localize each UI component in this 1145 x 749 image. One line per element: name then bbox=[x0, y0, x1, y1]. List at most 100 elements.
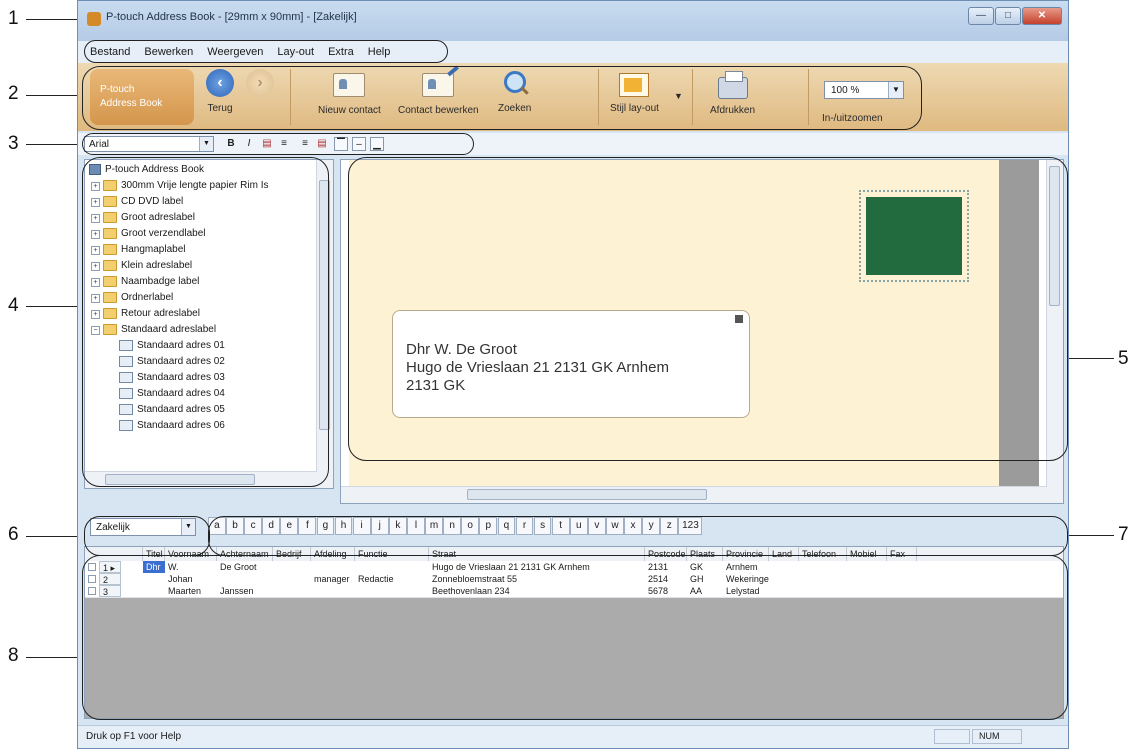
table-cell[interactable]: manager bbox=[311, 573, 355, 585]
chevron-down-icon[interactable]: ▼ bbox=[181, 519, 195, 535]
table-cell[interactable]: Johan bbox=[165, 573, 217, 585]
close-button[interactable]: ✕ bbox=[1022, 7, 1062, 25]
table-cell[interactable] bbox=[273, 561, 311, 573]
table-cell[interactable]: Wekeringe bbox=[723, 573, 769, 585]
table-cell[interactable]: GH bbox=[687, 573, 723, 585]
column-header[interactable]: Postcode bbox=[645, 547, 687, 561]
expand-icon[interactable]: + bbox=[91, 310, 100, 319]
column-header[interactable]: Achternaam bbox=[217, 547, 273, 561]
table-cell[interactable]: Hugo de Vrieslaan 21 2131 GK Arnhem bbox=[429, 561, 645, 573]
table-cell[interactable]: Maarten bbox=[165, 585, 217, 597]
print-button[interactable]: Afdrukken bbox=[710, 69, 755, 116]
index-tab[interactable]: f bbox=[298, 517, 317, 535]
new-contact-button[interactable]: Nieuw contact bbox=[318, 69, 381, 116]
table-cell[interactable]: De Groot bbox=[217, 561, 273, 573]
row-checkbox[interactable] bbox=[88, 563, 96, 571]
expand-icon[interactable]: + bbox=[91, 262, 100, 271]
table-cell[interactable]: W. bbox=[165, 561, 217, 573]
index-tab[interactable]: z bbox=[660, 517, 679, 535]
forward-button[interactable]: › bbox=[246, 69, 274, 103]
expand-icon[interactable]: + bbox=[91, 182, 100, 191]
search-button[interactable]: Zoeken bbox=[498, 69, 531, 114]
index-tab[interactable]: s bbox=[533, 517, 552, 535]
scroll-thumb[interactable] bbox=[1049, 166, 1060, 306]
zoom-select[interactable]: 100 % ▼ bbox=[824, 81, 904, 99]
table-cell[interactable] bbox=[273, 573, 311, 585]
align-middle-icon[interactable]: – bbox=[352, 137, 366, 151]
maximize-button[interactable]: □ bbox=[995, 7, 1021, 25]
menu-lay-out[interactable]: Lay-out bbox=[277, 46, 314, 58]
column-header[interactable]: Straat bbox=[429, 547, 645, 561]
label-canvas[interactable]: Dhr W. De Groot Hugo de Vrieslaan 21 213… bbox=[349, 160, 999, 490]
bold-button[interactable]: B bbox=[224, 137, 238, 151]
align-left-icon[interactable]: ▤ bbox=[260, 137, 274, 151]
table-cell[interactable]: Janssen bbox=[217, 585, 273, 597]
tree-horizontal-scrollbar[interactable] bbox=[85, 471, 317, 488]
table-cell[interactable]: 2514 bbox=[645, 573, 687, 585]
category-select[interactable]: Zakelijk ▼ bbox=[90, 518, 196, 536]
column-header[interactable]: Mobiel bbox=[847, 547, 887, 561]
index-tab[interactable]: g bbox=[316, 517, 335, 535]
index-tab[interactable]: t bbox=[551, 517, 570, 535]
index-tab[interactable]: y bbox=[642, 517, 661, 535]
expand-icon[interactable]: + bbox=[91, 214, 100, 223]
layout-style-button[interactable]: Stijl lay-out bbox=[610, 69, 659, 114]
tree-vertical-scrollbar[interactable] bbox=[316, 160, 333, 488]
table-cell[interactable]: Lelystad bbox=[723, 585, 769, 597]
index-tab[interactable]: k bbox=[388, 517, 407, 535]
menu-bewerken[interactable]: Bewerken bbox=[144, 46, 193, 58]
table-cell[interactable]: 5678 bbox=[645, 585, 687, 597]
italic-button[interactable]: I bbox=[242, 137, 256, 151]
index-tab[interactable]: e bbox=[280, 517, 299, 535]
table-cell[interactable] bbox=[273, 585, 311, 597]
index-tab[interactable]: n bbox=[443, 517, 462, 535]
menu-help[interactable]: Help bbox=[368, 46, 391, 58]
stamp-image[interactable] bbox=[859, 190, 969, 282]
menu-weergeven[interactable]: Weergeven bbox=[207, 46, 263, 58]
align-bottom-icon[interactable]: ▁ bbox=[370, 137, 384, 151]
index-tab[interactable]: o bbox=[461, 517, 480, 535]
table-cell[interactable]: Arnhem bbox=[723, 561, 769, 573]
table-row[interactable]: 3 Maarten Janssen Beethovenlaan 234 5678… bbox=[85, 585, 1063, 598]
table-cell[interactable]: GK bbox=[687, 561, 723, 573]
expand-icon[interactable]: + bbox=[91, 198, 100, 207]
title-bar[interactable]: P-touch Address Book - [29mm x 90mm] - [… bbox=[78, 1, 1068, 41]
index-tab[interactable]: b bbox=[226, 517, 244, 535]
index-tab[interactable]: r bbox=[515, 517, 534, 535]
column-header[interactable]: Provincie bbox=[723, 547, 769, 561]
scroll-thumb[interactable] bbox=[319, 180, 330, 430]
table-cell[interactable]: Dhr bbox=[143, 561, 165, 573]
table-cell[interactable] bbox=[355, 561, 429, 573]
column-header[interactable]: Plaats bbox=[687, 547, 723, 561]
font-select[interactable]: Arial ▼ bbox=[84, 136, 214, 152]
column-header[interactable]: Functie bbox=[355, 547, 429, 561]
menu-bestand[interactable]: Bestand bbox=[90, 46, 130, 58]
index-tab[interactable]: m bbox=[425, 517, 443, 535]
expand-icon[interactable]: + bbox=[91, 278, 100, 287]
table-cell[interactable] bbox=[143, 585, 165, 597]
index-tab[interactable]: h bbox=[334, 517, 353, 535]
collapse-icon[interactable]: − bbox=[91, 326, 100, 335]
edit-contact-button[interactable]: Contact bewerken bbox=[398, 69, 479, 116]
address-label[interactable]: Dhr W. De Groot Hugo de Vrieslaan 21 213… bbox=[392, 310, 750, 418]
expand-icon[interactable]: + bbox=[91, 294, 100, 303]
column-header[interactable]: Titel bbox=[143, 547, 165, 561]
index-tab[interactable]: u bbox=[569, 517, 588, 535]
column-header[interactable]: Bedrijf bbox=[273, 547, 311, 561]
column-header[interactable]: Telefoon bbox=[799, 547, 847, 561]
row-checkbox[interactable] bbox=[88, 587, 96, 595]
editor-vertical-scrollbar[interactable] bbox=[1046, 160, 1063, 503]
expand-icon[interactable]: + bbox=[91, 246, 100, 255]
index-tab[interactable]: x bbox=[624, 517, 642, 535]
column-header[interactable]: Fax bbox=[887, 547, 917, 561]
index-tab[interactable]: c bbox=[244, 517, 262, 535]
justify-icon[interactable]: ▤ bbox=[315, 137, 329, 151]
table-cell[interactable]: AA bbox=[687, 585, 723, 597]
table-cell[interactable] bbox=[355, 585, 429, 597]
table-cell[interactable] bbox=[217, 573, 273, 585]
align-top-icon[interactable]: ▔ bbox=[334, 137, 348, 151]
index-tab[interactable]: d bbox=[262, 517, 281, 535]
column-header[interactable]: Afdeling bbox=[311, 547, 355, 561]
index-tab[interactable]: p bbox=[479, 517, 498, 535]
editor-horizontal-scrollbar[interactable] bbox=[341, 486, 1047, 503]
